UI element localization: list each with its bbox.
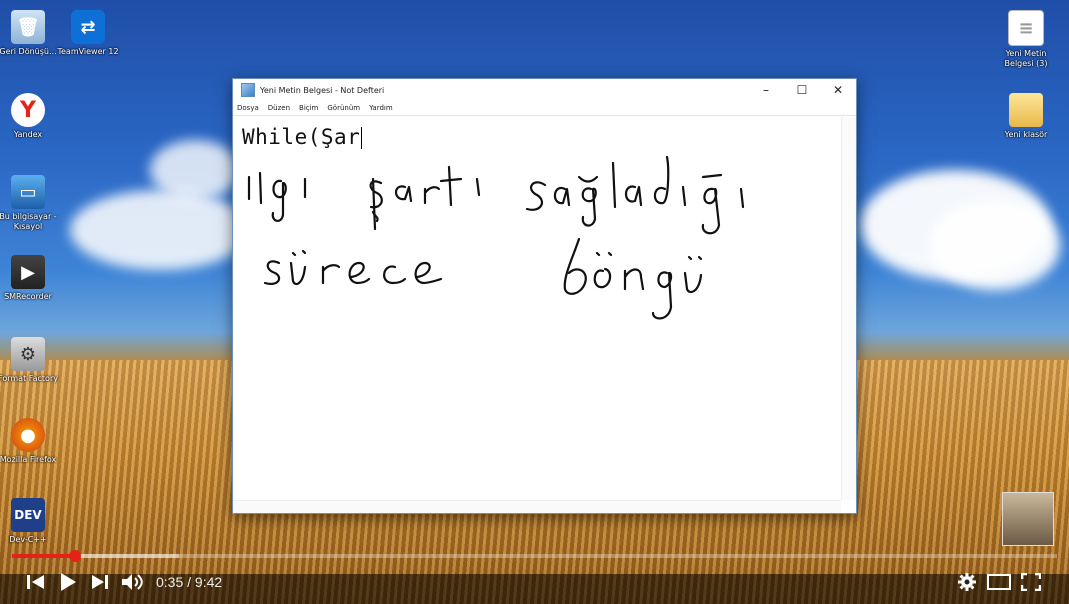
player-controls: 0:35 / 9:42: [0, 562, 1069, 602]
desktop-icon-smrecorder[interactable]: ▶ SMRecorder: [0, 255, 60, 302]
desktop-icon-firefox[interactable]: ● Mozilla Firefox: [0, 418, 60, 465]
desktop-icon-recycle-bin[interactable]: 🗑 Geri Dönüşü...: [0, 10, 60, 57]
menu-format[interactable]: Biçim: [299, 104, 318, 112]
wallpaper-cloud: [930, 200, 1060, 290]
desktop-icon-format-factory[interactable]: ⚙ Format Factory: [0, 337, 60, 384]
maximize-button[interactable]: ☐: [784, 79, 820, 101]
yandex-icon: Y: [11, 93, 45, 127]
minimize-button[interactable]: –: [748, 79, 784, 101]
menu-help[interactable]: Yardım: [369, 104, 393, 112]
wallpaper-cloud: [70, 190, 250, 270]
notepad-window[interactable]: Yeni Metin Belgesi - Not Defteri – ☐ ✕ D…: [232, 78, 857, 514]
duration: 9:42: [194, 574, 223, 590]
notepad-titlebar[interactable]: Yeni Metin Belgesi - Not Defteri – ☐ ✕: [233, 79, 856, 101]
scrubber-handle[interactable]: [68, 550, 81, 562]
desktop-icon-text-document[interactable]: ≡ Yeni Metin Belgesi (3): [994, 10, 1058, 69]
format-factory-icon: ⚙: [11, 337, 45, 371]
played-bar: [12, 554, 75, 558]
text-document-icon: ≡: [1008, 10, 1044, 46]
devcpp-icon: DEV: [11, 498, 45, 532]
wallpaper-cloud: [150, 140, 240, 200]
teamviewer-icon: ⇄: [71, 10, 105, 44]
desktop-icon-label: Dev-C++: [9, 535, 47, 544]
firefox-icon: ●: [11, 418, 45, 452]
time-separator: /: [187, 574, 192, 590]
desktop-icon-label: Mozilla Firefox: [0, 455, 57, 464]
recorder-icon: ▶: [11, 255, 45, 289]
video-progress-bar[interactable]: [12, 550, 1057, 562]
recycle-bin-icon: 🗑: [11, 10, 45, 44]
desktop-icon-new-folder[interactable]: Yeni klasör: [994, 93, 1058, 140]
time-display: 0:35 / 9:42: [156, 574, 222, 590]
computer-icon: ▭: [11, 175, 45, 209]
desktop-icon-label: Bu bilgisayar - Kısayol: [0, 212, 57, 231]
video-frame[interactable]: 🗑 Geri Dönüşü... ⇄ TeamViewer 12 Y Yande…: [0, 0, 1069, 604]
notepad-icon: [241, 83, 255, 97]
desktop-icon-label: Yeni Metin Belgesi (3): [1004, 49, 1048, 68]
next-icon[interactable]: [84, 564, 116, 600]
desktop-icon-label: Format Factory: [0, 374, 58, 383]
play-icon[interactable]: [52, 564, 84, 600]
current-time: 0:35: [156, 574, 184, 590]
close-button[interactable]: ✕: [820, 79, 856, 101]
desktop-icon-label: Yandex: [13, 130, 43, 139]
handwriting-overlay: [247, 155, 745, 320]
desktop-icon-label: Yeni klasör: [1004, 130, 1048, 139]
theater-mode-icon[interactable]: [983, 564, 1015, 600]
menu-file[interactable]: Dosya: [237, 104, 259, 112]
volume-icon[interactable]: [116, 564, 148, 600]
fullscreen-icon[interactable]: [1015, 564, 1047, 600]
menu-edit[interactable]: Düzen: [268, 104, 290, 112]
settings-gear-icon[interactable]: [951, 564, 983, 600]
webcam-overlay: [1002, 492, 1054, 546]
horizontal-scrollbar[interactable]: [233, 500, 841, 513]
previous-icon[interactable]: [20, 564, 52, 600]
menu-view[interactable]: Görünüm: [327, 104, 360, 112]
vertical-scrollbar[interactable]: [841, 117, 856, 500]
desktop-icon-label: SMRecorder: [4, 292, 52, 301]
desktop-icon-label: Geri Dönüşü...: [0, 47, 57, 56]
folder-icon: [1009, 93, 1043, 127]
desktop-icon-yandex[interactable]: Y Yandex: [0, 93, 60, 140]
desktop-icon-teamviewer[interactable]: ⇄ TeamViewer 12: [56, 10, 120, 57]
window-title: Yeni Metin Belgesi - Not Defteri: [260, 85, 385, 95]
menu-bar: Dosya Düzen Biçim Görünüm Yardım: [233, 101, 856, 116]
desktop-icon-label: TeamViewer 12: [57, 47, 119, 56]
desktop-icon-devcpp[interactable]: DEV Dev-C++: [0, 498, 60, 545]
desktop-icon-this-pc[interactable]: ▭ Bu bilgisayar - Kısayol: [0, 175, 60, 232]
